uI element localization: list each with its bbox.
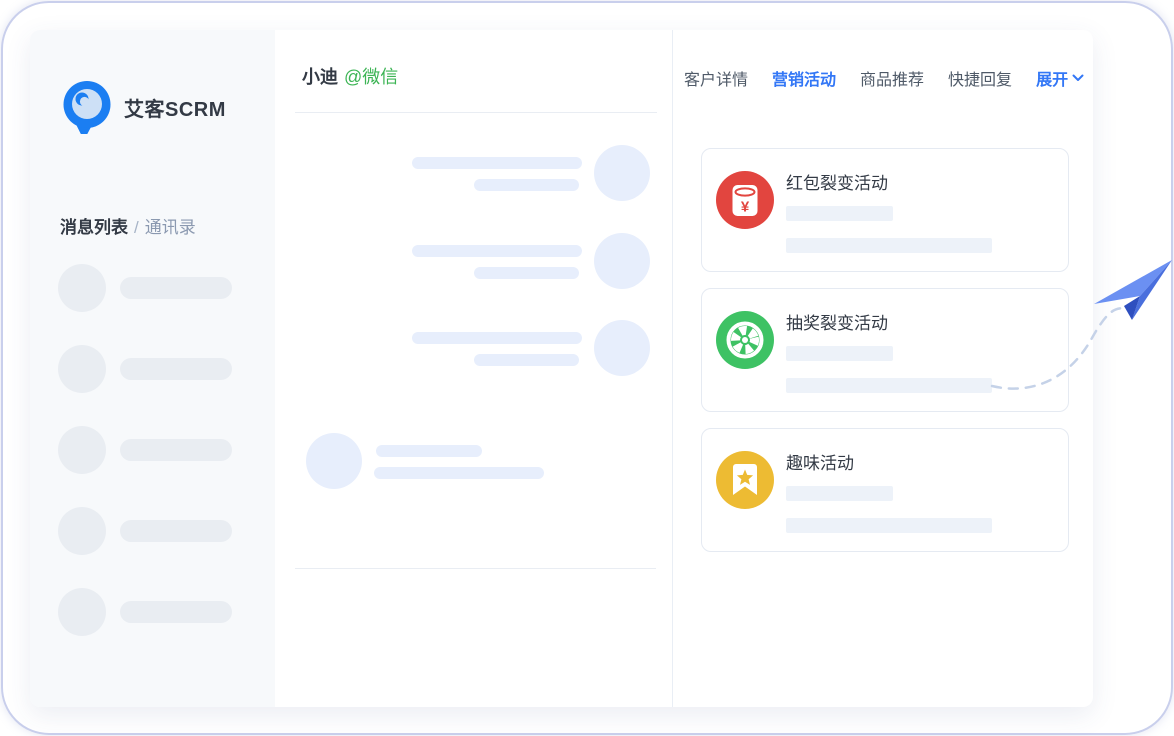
- app-window: 艾客SCRM 消息列表 / 通讯录: [30, 30, 1093, 707]
- tab-product-recommend[interactable]: 商品推荐: [860, 66, 924, 90]
- card-text-placeholder: [786, 238, 992, 253]
- incoming-message: [306, 433, 646, 491]
- avatar-placeholder: [58, 426, 106, 474]
- message-bar: [412, 332, 582, 344]
- message-bar: [374, 467, 544, 479]
- sidebar-nav: 消息列表 / 通讯录: [60, 213, 196, 238]
- expand-button[interactable]: 展开: [1036, 66, 1084, 90]
- sidebar: 艾客SCRM 消息列表 / 通讯录: [30, 30, 275, 707]
- sidebar-tab-messages[interactable]: 消息列表: [60, 218, 128, 237]
- card-text-placeholder: [786, 378, 992, 393]
- input-divider: [295, 568, 656, 569]
- avatar-placeholder: [594, 320, 650, 376]
- header-divider: [295, 112, 657, 113]
- chevron-down-icon: [1072, 69, 1084, 87]
- tab-quick-reply[interactable]: 快捷回复: [948, 66, 1012, 90]
- conversation-item[interactable]: [58, 345, 247, 393]
- chat-column: 小迪 @微信: [275, 30, 672, 707]
- tab-marketing-activity[interactable]: 营销活动: [772, 66, 836, 90]
- yuan-symbol: ¥: [741, 199, 750, 216]
- message-bar: [376, 445, 482, 457]
- tab-customer-detail[interactable]: 客户详情: [684, 66, 748, 90]
- activity-card-list: ¥ 红包裂变活动: [701, 148, 1069, 568]
- activity-card-red-packet[interactable]: ¥ 红包裂变活动: [701, 148, 1069, 272]
- avatar-placeholder: [594, 145, 650, 201]
- activity-card-fun[interactable]: 趣味活动: [701, 428, 1069, 552]
- text-placeholder: [120, 601, 232, 623]
- contact-name: 小迪: [302, 67, 338, 87]
- conversation-item[interactable]: [58, 426, 247, 474]
- card-title: 抽奖裂变活动: [786, 309, 888, 334]
- message-bar: [412, 245, 582, 257]
- prize-wheel-icon: [716, 311, 774, 369]
- app-logo-icon: [60, 80, 114, 134]
- chat-header: 小迪 @微信: [302, 63, 398, 89]
- star-badge-icon: [716, 451, 774, 509]
- card-text-placeholder: [786, 486, 893, 501]
- card-text-placeholder: [786, 206, 893, 221]
- message-bar: [412, 157, 582, 169]
- text-placeholder: [120, 439, 232, 461]
- outgoing-message: [310, 145, 650, 203]
- outgoing-message: [310, 233, 650, 291]
- message-bar: [474, 179, 579, 191]
- card-text-placeholder: [786, 346, 893, 361]
- panel-tabs: 客户详情 营销活动 商品推荐 快捷回复 展开: [684, 66, 1084, 90]
- card-title: 趣味活动: [786, 449, 854, 474]
- avatar-placeholder: [58, 588, 106, 636]
- nav-separator: /: [134, 218, 139, 237]
- conversation-item[interactable]: [58, 264, 247, 312]
- conversation-item[interactable]: [58, 507, 247, 555]
- paper-plane-icon: [1090, 254, 1174, 330]
- text-placeholder: [120, 358, 232, 380]
- activity-card-lottery[interactable]: 抽奖裂变活动: [701, 288, 1069, 412]
- text-placeholder: [120, 520, 232, 542]
- text-placeholder: [120, 277, 232, 299]
- conversation-item[interactable]: [58, 588, 247, 636]
- channel-tag: @微信: [344, 67, 398, 87]
- screenshot-canvas: 艾客SCRM 消息列表 / 通讯录: [0, 0, 1174, 736]
- outgoing-message: [310, 320, 650, 378]
- avatar-placeholder: [58, 345, 106, 393]
- message-bar: [474, 354, 579, 366]
- expand-label: 展开: [1036, 66, 1068, 90]
- red-packet-icon: ¥: [716, 171, 774, 229]
- avatar-placeholder: [306, 433, 362, 489]
- avatar-placeholder: [58, 507, 106, 555]
- avatar-placeholder: [594, 233, 650, 289]
- card-title: 红包裂变活动: [786, 169, 888, 194]
- sidebar-tab-contacts[interactable]: 通讯录: [145, 218, 196, 237]
- avatar-placeholder: [58, 264, 106, 312]
- detail-panel: 客户详情 营销活动 商品推荐 快捷回复 展开: [672, 30, 1093, 707]
- card-text-placeholder: [786, 518, 992, 533]
- conversation-list: [58, 264, 247, 669]
- app-name: 艾客SCRM: [124, 93, 226, 122]
- app-logo: 艾客SCRM: [60, 80, 226, 134]
- message-bar: [474, 267, 579, 279]
